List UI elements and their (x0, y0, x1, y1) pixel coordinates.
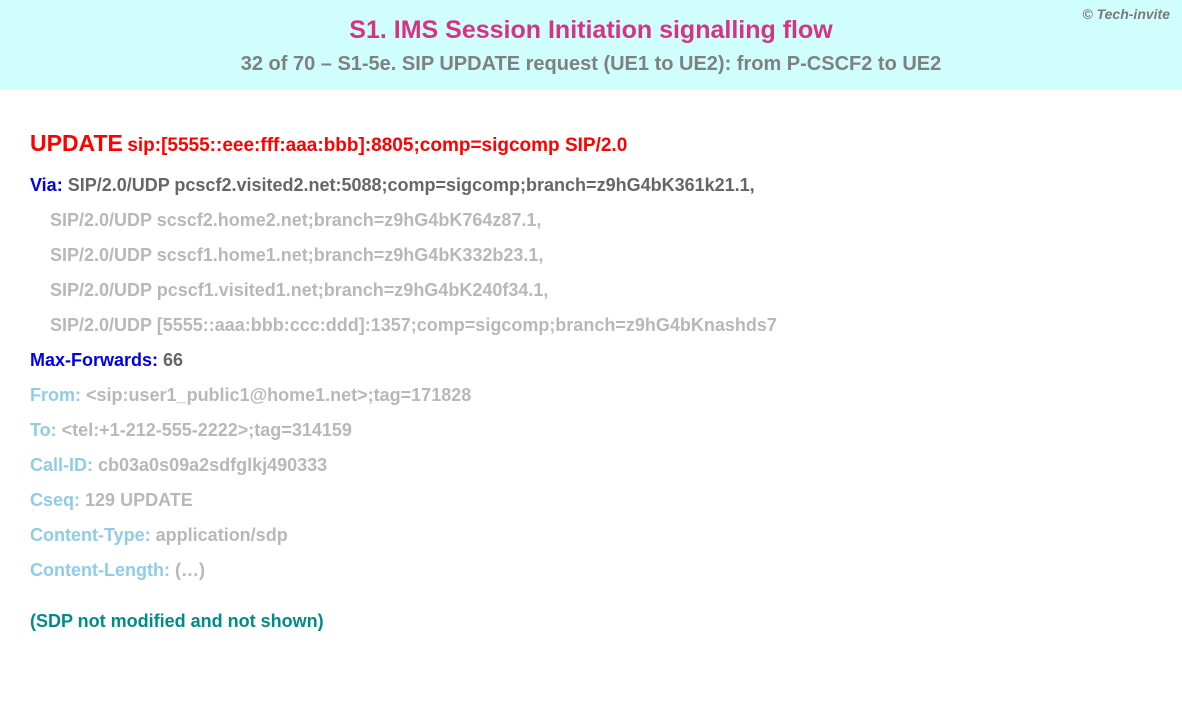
page-subtitle: 32 of 70 – S1-5e. SIP UPDATE request (UE… (10, 53, 1172, 76)
cseq-header: Cseq: 129 UPDATE (30, 490, 1152, 511)
content-length-header: Content-Length: (…) (30, 560, 1152, 581)
from-label: From: (30, 385, 81, 405)
document-header: © Tech-invite S1. IMS Session Initiation… (0, 0, 1182, 90)
to-header: To: <tel:+1-212-555-2222>;tag=314159 (30, 420, 1152, 441)
content-length-label: Content-Length: (30, 560, 170, 580)
sip-message-content: UPDATE sip:[5555::eee:fff:aaa:bbb]:8805;… (0, 90, 1182, 652)
content-type-value: application/sdp (156, 525, 288, 545)
sip-request-uri: sip:[5555::eee:fff:aaa:bbb]:8805;comp=si… (127, 135, 627, 156)
cseq-label: Cseq: (30, 490, 80, 510)
sip-request-line: UPDATE sip:[5555::eee:fff:aaa:bbb]:8805;… (30, 130, 1152, 157)
via-continuation: SIP/2.0/UDP pcscf1.visited1.net;branch=z… (50, 280, 1152, 301)
max-forwards-header: Max-Forwards: 66 (30, 350, 1152, 371)
content-type-label: Content-Type: (30, 525, 151, 545)
to-value: <tel:+1-212-555-2222>;tag=314159 (62, 420, 352, 440)
via-continuation: SIP/2.0/UDP scscf1.home1.net;branch=z9hG… (50, 245, 1152, 266)
max-forwards-value: 66 (163, 350, 183, 370)
via-continuation: SIP/2.0/UDP scscf2.home2.net;branch=z9hG… (50, 210, 1152, 231)
cseq-value: 129 UPDATE (85, 490, 193, 510)
from-value: <sip:user1_public1@home1.net>;tag=171828 (86, 385, 471, 405)
content-length-value: (…) (175, 560, 205, 580)
from-header: From: <sip:user1_public1@home1.net>;tag=… (30, 385, 1152, 406)
copyright-text: © Tech-invite (1082, 6, 1170, 22)
call-id-value: cb03a0s09a2sdfglkj490333 (98, 455, 327, 475)
via-continuation: SIP/2.0/UDP [5555::aaa:bbb:ccc:ddd]:1357… (50, 315, 1152, 336)
via-value-first: SIP/2.0/UDP pcscf2.visited2.net:5088;com… (68, 175, 755, 195)
call-id-header: Call-ID: cb03a0s09a2sdfglkj490333 (30, 455, 1152, 476)
sdp-note: (SDP not modified and not shown) (30, 611, 1152, 632)
sip-method: UPDATE (30, 130, 123, 156)
page-title: S1. IMS Session Initiation signalling fl… (10, 16, 1172, 45)
via-header: Via: SIP/2.0/UDP pcscf2.visited2.net:508… (30, 175, 1152, 196)
call-id-label: Call-ID: (30, 455, 93, 475)
max-forwards-label: Max-Forwards: (30, 350, 158, 370)
via-label: Via: (30, 175, 63, 195)
content-type-header: Content-Type: application/sdp (30, 525, 1152, 546)
to-label: To: (30, 420, 57, 440)
